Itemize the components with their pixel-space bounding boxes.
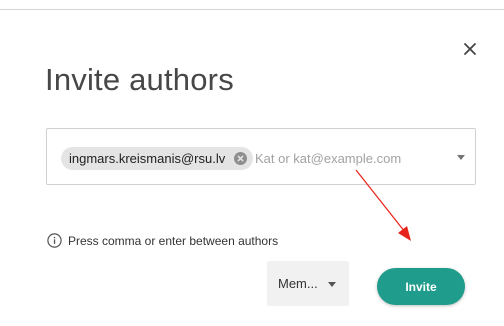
author-chip: ingmars.kreismanis@rsu.lv	[61, 147, 254, 170]
close-icon[interactable]	[461, 40, 479, 58]
role-select[interactable]: Mem...	[267, 261, 349, 306]
info-icon	[47, 233, 62, 248]
author-chip-email: ingmars.kreismanis@rsu.lv	[69, 151, 226, 166]
hint-text: Press comma or enter between authors	[68, 233, 279, 248]
caret-down-icon[interactable]	[457, 155, 465, 160]
role-select-value: Mem...	[278, 276, 318, 291]
authors-input-field[interactable]: ingmars.kreismanis@rsu.lv	[46, 128, 476, 185]
dialog-title: Invite authors	[45, 62, 234, 97]
invite-authors-dialog: Invite authors ingmars.kreismanis@rsu.lv…	[0, 0, 504, 326]
author-email-input[interactable]	[255, 146, 445, 170]
hint-row: Press comma or enter between authors	[47, 233, 278, 248]
invite-button[interactable]: Invite	[377, 268, 465, 305]
cancel-circle-icon[interactable]	[234, 152, 248, 165]
caret-down-icon	[328, 282, 336, 287]
